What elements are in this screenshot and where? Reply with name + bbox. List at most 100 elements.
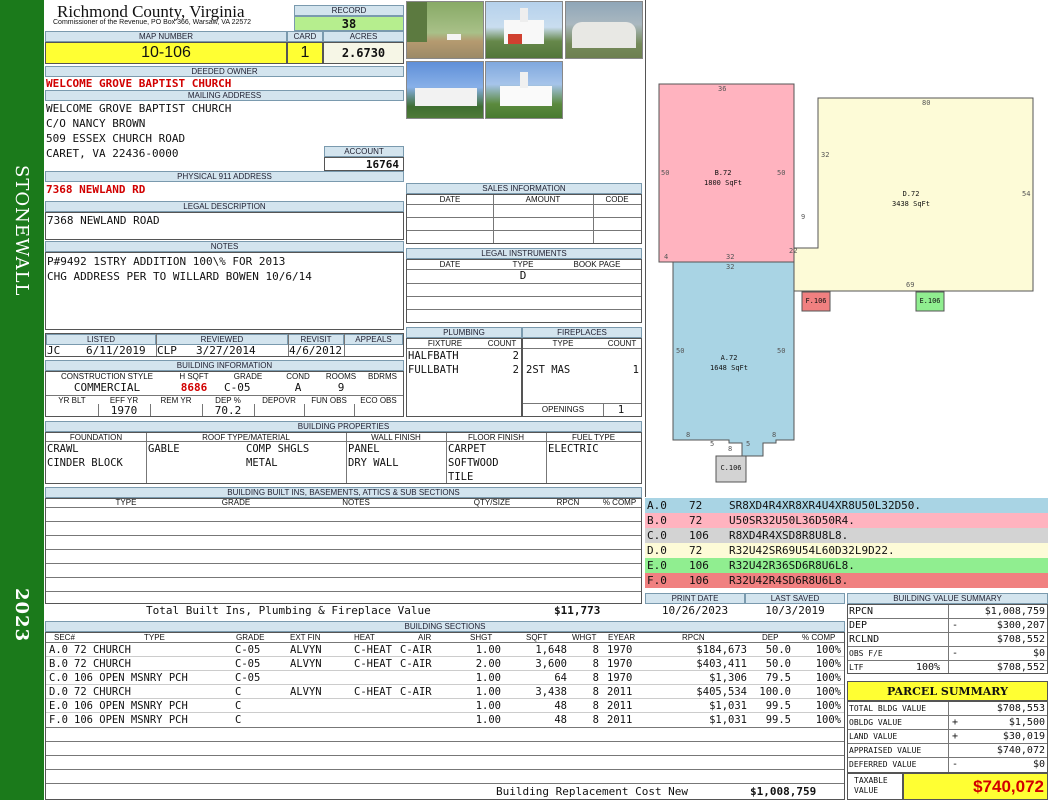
property-photo[interactable] xyxy=(565,1,643,59)
bs-cell-type: 72 CHURCH xyxy=(74,644,131,656)
bvs-sign: - xyxy=(952,620,959,631)
record-value: 38 xyxy=(294,16,404,31)
bs-col-dep: DEP xyxy=(762,633,779,642)
vector-string: R32U42R4SD6R8U6L8. xyxy=(729,574,849,587)
note-line: CHG ADDRESS PER TO WILLARD BOWEN 10/6/14 xyxy=(47,270,312,283)
construction-style: COMMERCIAL xyxy=(73,381,141,394)
section-d-sqft: 3438 SqFt xyxy=(892,200,930,208)
bs-cell-grade: C-05 xyxy=(235,672,261,684)
mailing-line: C/O NANCY BROWN xyxy=(46,117,146,130)
builtins-col-grade: GRADE xyxy=(221,498,251,507)
bvs-pct: 100% xyxy=(916,662,941,673)
builtins-col-comp: % COMP xyxy=(602,498,637,507)
ps-key: APPRAISED VALUE xyxy=(849,746,922,755)
bs-cell-whgt: 8 xyxy=(592,672,599,684)
bs-col-comp: % COMP xyxy=(802,633,836,642)
building-properties-label: BUILDING PROPERTIES xyxy=(45,421,642,432)
bs-cell-shgt: 1.00 xyxy=(475,672,501,684)
vector-string: R8XD4R4XSD8R8U8L8. xyxy=(729,529,849,542)
district-sidebar: STONEWALL 2023 xyxy=(0,0,44,800)
building-cond: A xyxy=(294,381,302,394)
bi-col-depovr: DEPOVR xyxy=(262,396,296,405)
bs-header-row: SEC# TYPE GRADE EXT FIN HEAT AIR SHGT SQ… xyxy=(46,633,844,642)
mailing-line: 509 ESSEX CHURCH ROAD xyxy=(46,132,186,145)
bs-cell-air: C-AIR xyxy=(400,686,432,698)
bs-cell-shgt: 1.00 xyxy=(475,686,501,698)
fp-col-type: TYPE xyxy=(552,339,574,348)
bs-cell-eyear: 1970 xyxy=(607,644,633,656)
notes-box: P#9492 1STRY ADDITION 100\% FOR 2013 CHG… xyxy=(45,252,404,330)
note-line: P#9492 1STRY ADDITION 100\% FOR 2013 xyxy=(47,255,286,268)
li-col-date: DATE xyxy=(439,260,461,269)
roof-material-item: METAL xyxy=(246,457,278,469)
bs-cell-sec: F.0 xyxy=(49,714,68,726)
sketch-drawing xyxy=(658,83,1034,483)
section-e-label: E.106 xyxy=(919,297,941,305)
fp-col-count: COUNT xyxy=(607,339,637,348)
property-photo[interactable] xyxy=(406,1,484,59)
bs-cell-dep: 99.5 xyxy=(765,714,791,726)
deeded-owner: WELCOME GROVE BAPTIST CHURCH xyxy=(46,77,232,90)
property-photo[interactable] xyxy=(485,1,563,59)
physical-address-label: PHYSICAL 911 ADDRESS xyxy=(45,171,404,182)
legal-description-label: LEGAL DESCRIPTION xyxy=(45,201,404,212)
bs-cell-comp: 100% xyxy=(815,644,841,656)
property-photo[interactable] xyxy=(406,61,484,119)
sketch-dimension: 5 xyxy=(710,440,715,448)
bs-cell-rpcn: $403,411 xyxy=(696,658,747,670)
bvs-key: LTF xyxy=(849,663,864,672)
fireplace-type: 2ST MAS xyxy=(526,364,571,376)
bs-cell-sec: A.0 xyxy=(49,644,68,656)
bs-cell-shgt: 2.00 xyxy=(475,658,501,670)
vector-row-a: A.0 72 SR8XD4R4XR8XR4U4XR8U50L32D50. xyxy=(645,498,1048,513)
plumbing-label: PLUMBING xyxy=(406,327,522,338)
section-a-code: A.72 xyxy=(720,354,738,362)
bs-cell-sqft: 3,438 xyxy=(535,686,567,698)
bs-col-air: AIR xyxy=(418,633,432,642)
bs-cell-grade: C-05 xyxy=(235,658,261,670)
bs-cell-grade: C xyxy=(235,714,242,726)
bvs-key: RPCN xyxy=(849,606,874,617)
sketch-dimension: 8 xyxy=(728,445,733,453)
section-b-label: B.72 1800 SqFt xyxy=(698,168,748,188)
bvs-key: DEP xyxy=(849,620,868,631)
building-info-label: BUILDING INFORMATION xyxy=(45,360,404,371)
vector-string: R32U42R36SD6R8U6L8. xyxy=(729,559,855,572)
vector-id: B.0 xyxy=(647,514,667,527)
bs-cell-shgt: 1.00 xyxy=(475,714,501,726)
bs-col-grade: GRADE xyxy=(236,633,265,642)
building-sketch[interactable]: B.72 1800 SqFt D.72 3438 SqFt A.72 1648 … xyxy=(645,0,1048,497)
listing-dates: LISTED REVIEWED REVISIT APPEALS JC 6/11/… xyxy=(45,333,404,357)
bs-cell-eyear: 2011 xyxy=(607,686,633,698)
depreciation-pct: 70.2 xyxy=(214,404,242,417)
building-section-row: A.0 72 CHURCH C-05 ALVYN C-HEAT C-AIR 1.00 1,64… xyxy=(46,643,844,657)
sketch-dimension: 50 xyxy=(777,347,786,355)
li-col-bookpage: BOOK PAGE xyxy=(573,260,621,269)
section-d-code: D.72 xyxy=(902,190,920,198)
bs-cell-shgt: 1.00 xyxy=(475,700,501,712)
builtins-col-rpcn: RPCN xyxy=(556,498,580,507)
li-col-type: TYPE xyxy=(512,260,534,269)
sales-info-table: DATE AMOUNT CODE xyxy=(406,194,642,244)
floor-finish-item: SOFTWOOD xyxy=(448,457,499,469)
sketch-dimension: 32 xyxy=(726,263,735,271)
bs-col-extfin: EXT FIN xyxy=(290,633,321,642)
plumbing-table: FIXTURE COUNT HALFBATH 2 FULLBATH 2 xyxy=(406,338,522,417)
heated-sqft: 8686 xyxy=(180,381,208,394)
reviewed-date: 3/27/2014 xyxy=(196,344,256,357)
vector-id: E.0 xyxy=(647,559,667,572)
commissioner-line: Commissioner of the Revenue, PO Box 366,… xyxy=(53,19,252,26)
ps-value: $708,553 xyxy=(996,703,1045,714)
property-photo[interactable] xyxy=(485,61,563,119)
mailing-line: WELCOME GROVE BAPTIST CHURCH xyxy=(46,102,232,115)
acres-label: ACRES xyxy=(323,31,404,42)
vector-row-d: D.0 72 R32U42SR69U54L60D32L9D22. xyxy=(645,543,1048,558)
bs-col-sec: SEC# xyxy=(54,633,75,642)
sales-col-date: DATE xyxy=(439,195,461,204)
bvs-value: $708,552 xyxy=(996,634,1045,645)
fireplaces-label: FIREPLACES xyxy=(522,327,642,338)
bi-col-remyr: REM YR xyxy=(160,396,192,405)
bs-cell-sec: B.0 xyxy=(49,658,68,670)
vector-code: 106 xyxy=(689,529,709,542)
plumb-col-count: COUNT xyxy=(487,339,517,348)
